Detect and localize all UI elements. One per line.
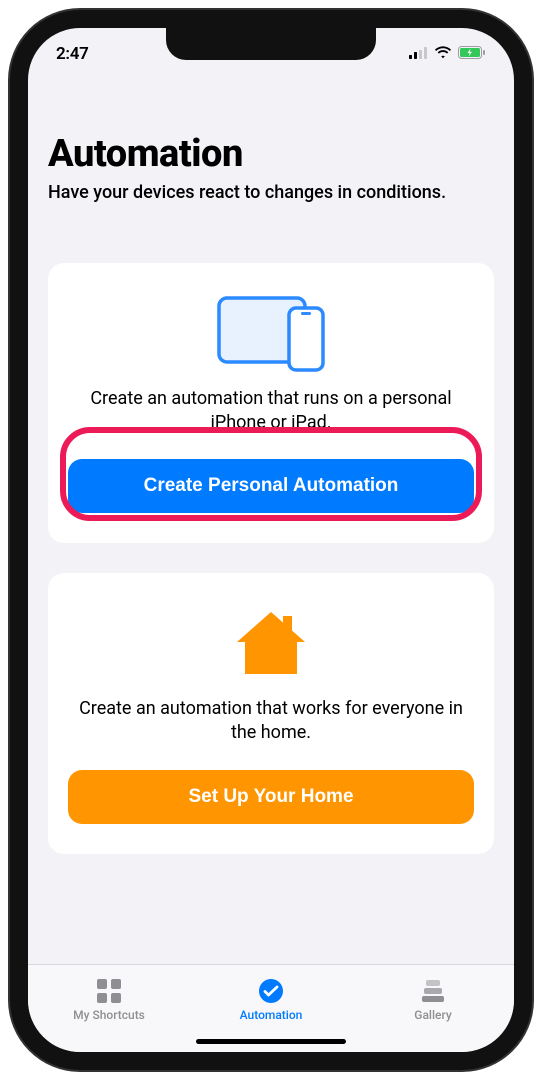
home-automation-card: Create an automation that works for ever… <box>48 573 494 854</box>
tab-label: Automation <box>240 1008 303 1022</box>
personal-automation-card: Create an automation that runs on a pers… <box>48 263 494 544</box>
tab-label: My Shortcuts <box>73 1008 145 1022</box>
home-automation-description: Create an automation that works for ever… <box>68 697 474 746</box>
personal-automation-description: Create an automation that runs on a pers… <box>68 387 474 436</box>
grid-icon <box>94 977 124 1005</box>
tab-my-shortcuts[interactable]: My Shortcuts <box>28 965 190 1034</box>
home-indicator[interactable] <box>196 1039 346 1044</box>
set-up-home-button[interactable]: Set Up Your Home <box>68 770 474 824</box>
create-personal-automation-button[interactable]: Create Personal Automation <box>68 459 474 513</box>
highlight-annotation: Create Personal Automation <box>68 435 474 513</box>
page-subtitle: Have your devices react to changes in co… <box>48 182 494 205</box>
devices-icon <box>68 289 474 379</box>
tab-label: Gallery <box>414 1008 451 1022</box>
status-indicators <box>409 44 486 64</box>
wifi-icon <box>434 44 452 64</box>
notch <box>166 28 376 60</box>
tab-automation[interactable]: Automation <box>190 965 352 1034</box>
status-time: 2:47 <box>56 44 89 64</box>
content-area: Automation Have your devices react to ch… <box>28 76 514 964</box>
automation-icon <box>256 977 286 1005</box>
screen: 2:47 Automation Have your devices react … <box>28 28 514 1052</box>
gallery-icon <box>418 977 448 1005</box>
cellular-icon <box>409 44 428 64</box>
tab-gallery[interactable]: Gallery <box>352 965 514 1034</box>
battery-icon <box>458 44 486 64</box>
home-icon <box>68 599 474 689</box>
page-title: Automation <box>48 132 494 176</box>
device-frame: 2:47 Automation Have your devices react … <box>10 10 532 1070</box>
